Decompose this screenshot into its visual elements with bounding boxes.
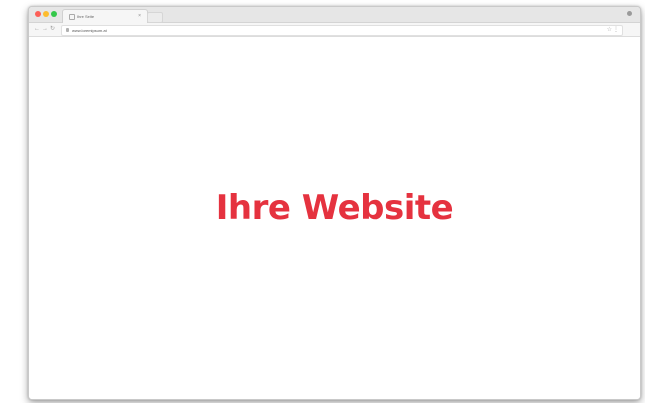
forward-arrow-icon[interactable]: → bbox=[42, 25, 48, 33]
back-arrow-icon[interactable]: ← bbox=[34, 25, 40, 33]
browser-toolbar: ← → ↻ www.loremipsum.at ☆ ⋮ bbox=[29, 23, 640, 37]
star-icon[interactable]: ☆ bbox=[607, 26, 612, 35]
reload-icon[interactable]: ↻ bbox=[50, 25, 55, 33]
tab-title: Ihre Seite bbox=[77, 14, 95, 19]
minimize-window-button[interactable] bbox=[43, 11, 49, 17]
close-window-button[interactable] bbox=[35, 11, 41, 17]
favicon-icon bbox=[69, 14, 75, 20]
lock-icon bbox=[66, 28, 69, 32]
address-bar[interactable]: www.loremipsum.at ☆ ⋮ bbox=[61, 25, 623, 36]
maximize-window-button[interactable] bbox=[51, 11, 57, 17]
browser-window: Ihre Seite × ← → ↻ www.loremipsum.at ☆ ⋮… bbox=[28, 6, 641, 400]
menu-icon[interactable]: ⋮ bbox=[613, 26, 619, 35]
screenshot-stage: Ihre Seite × ← → ↻ www.loremipsum.at ☆ ⋮… bbox=[0, 0, 645, 403]
page-headline: Ihre Website bbox=[215, 188, 454, 228]
title-bar: Ihre Seite × bbox=[29, 7, 640, 23]
profile-icon[interactable] bbox=[627, 11, 632, 16]
page-viewport: Ihre Website bbox=[29, 37, 640, 399]
tab-close-icon[interactable]: × bbox=[138, 13, 141, 19]
browser-tab[interactable]: Ihre Seite × bbox=[62, 9, 148, 23]
address-url[interactable]: www.loremipsum.at bbox=[72, 27, 107, 34]
new-tab-button[interactable] bbox=[147, 12, 163, 23]
